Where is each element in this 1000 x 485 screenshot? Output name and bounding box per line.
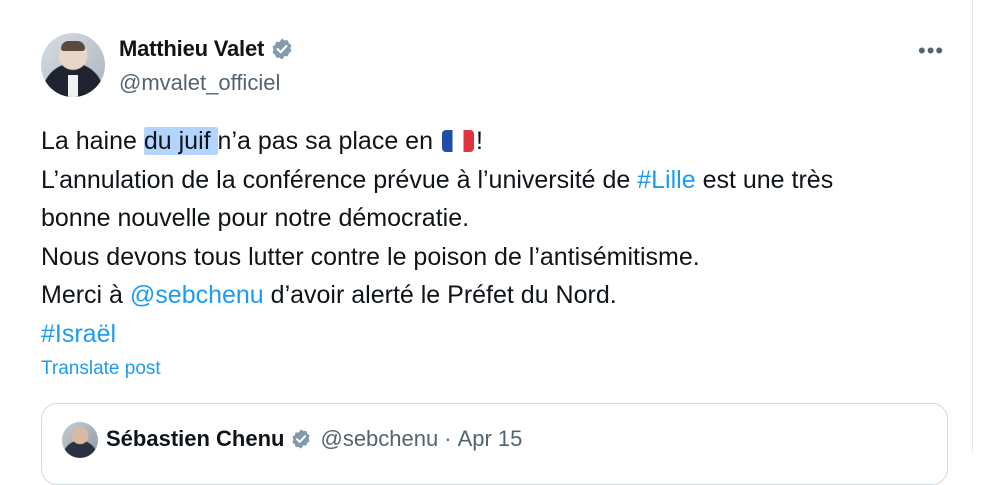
author-name[interactable]: Matthieu Valet xyxy=(119,36,264,62)
post-text-segment: est une très xyxy=(695,165,834,194)
post-text-segment: ! xyxy=(475,127,483,155)
hashtag-lille-link[interactable]: #Lille xyxy=(637,166,695,194)
selected-text: du juif xyxy=(143,127,218,155)
avatar-shirt xyxy=(68,75,78,97)
post-line-3: bonne nouvelle pour notre démocratie. xyxy=(41,204,470,232)
quoted-author-avatar xyxy=(62,422,98,458)
more-horizontal-icon[interactable]: ••• xyxy=(918,40,944,62)
quoted-author-handle: @sebchenu xyxy=(320,426,439,451)
quoted-post[interactable]: Sébastien Chenu @sebchenu · Apr 15 xyxy=(41,403,948,485)
post-text: La haine du juif n’a pas sa place en ! L… xyxy=(41,122,941,353)
verified-badge-icon xyxy=(292,429,311,449)
post-text-segment: L’annulation de la conférence prévue à l… xyxy=(41,165,638,194)
author-handle[interactable]: @mvalet_officiel xyxy=(119,70,280,96)
post-line-1: La haine du juif n’a pas sa place en ! xyxy=(41,122,941,161)
avatar-hair xyxy=(61,41,85,51)
post-line-5: Merci à @sebchenu d’avoir alerté le Préf… xyxy=(41,276,941,315)
verified-badge-icon[interactable] xyxy=(270,37,294,61)
author-name-row: Matthieu Valet xyxy=(119,36,294,62)
tweet-card: Matthieu Valet @mvalet_officiel ••• La h… xyxy=(0,0,973,485)
post-line-4: Nous devons tous lutter contre le poison… xyxy=(41,242,700,271)
author-avatar[interactable] xyxy=(41,33,105,97)
post-text-segment: Merci à xyxy=(41,281,130,309)
quoted-header: Sébastien Chenu @sebchenu · Apr 15 xyxy=(106,426,522,452)
post-line-2: L’annulation de la conférence prévue à l… xyxy=(41,161,941,200)
french-flag-icon xyxy=(441,130,474,152)
post-text-segment: n’a pas sa place en xyxy=(217,127,440,155)
post-text-segment: d’avoir alerté le Préfet du Nord. xyxy=(263,281,617,309)
translate-post-link[interactable]: Translate post xyxy=(41,358,161,380)
separator-dot: · xyxy=(444,426,452,451)
quoted-author-name: Sébastien Chenu xyxy=(106,426,285,451)
post-line-6: #Israël xyxy=(41,315,941,354)
quoted-post-date: Apr 15 xyxy=(457,426,523,451)
mention-sebchenu-link[interactable]: @sebchenu xyxy=(130,281,264,309)
post-text-segment: La haine xyxy=(41,127,144,155)
hashtag-israel-link[interactable]: #Israël xyxy=(41,320,116,348)
